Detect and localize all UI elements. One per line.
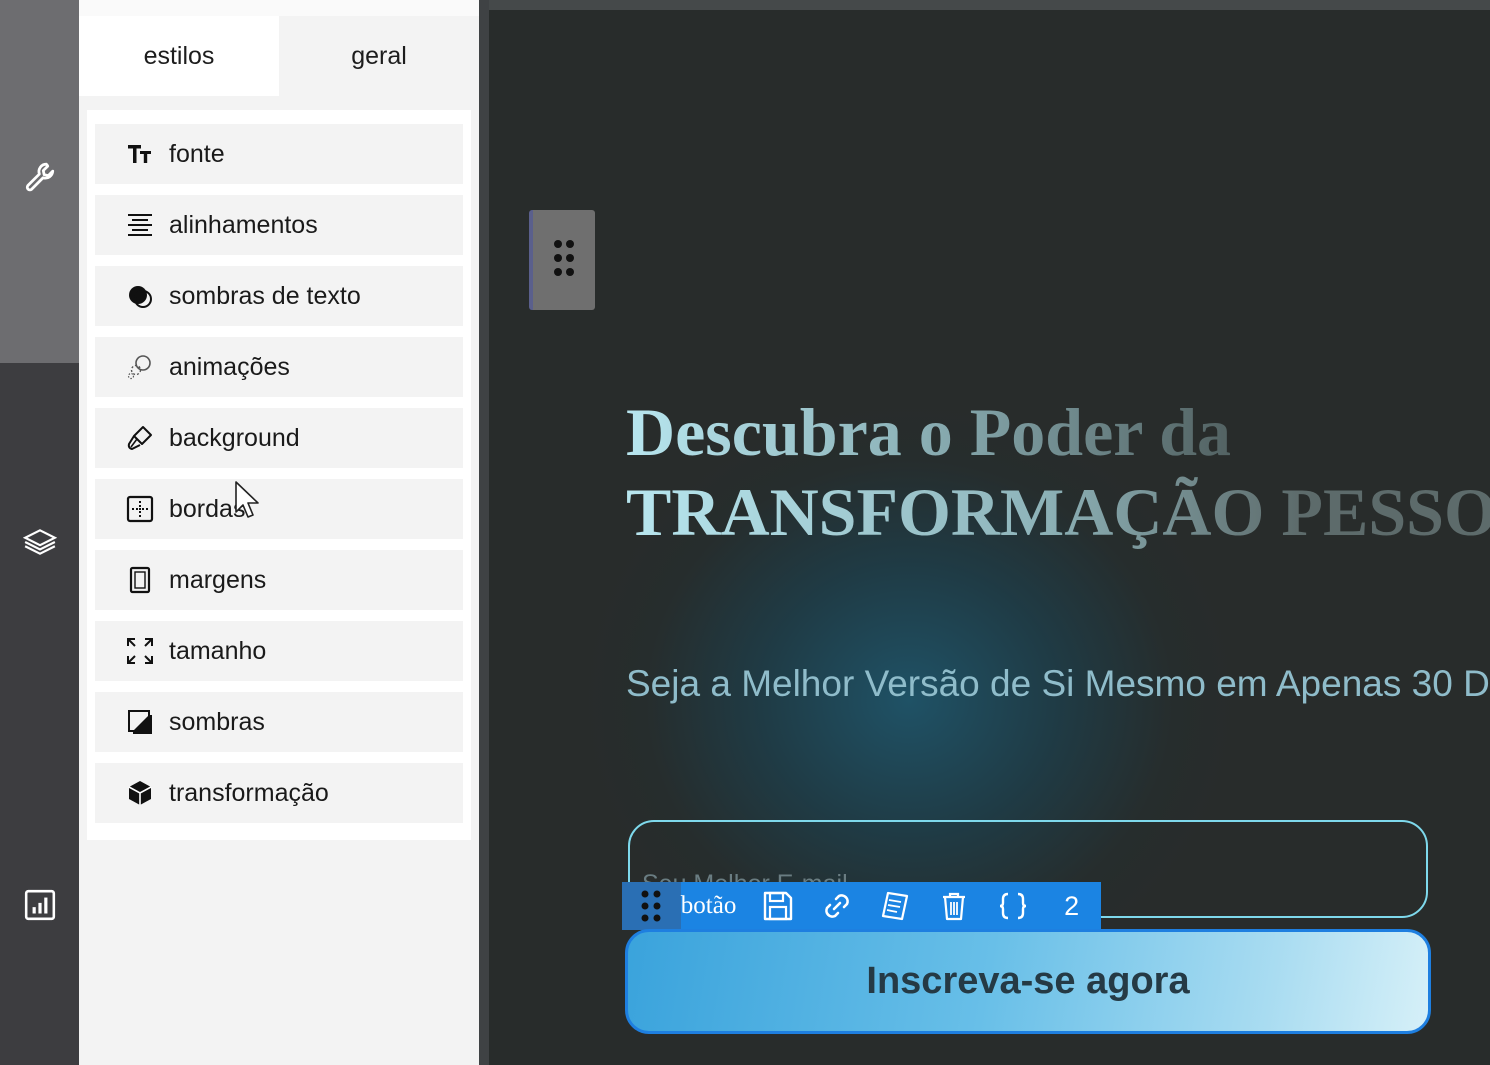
toolbar-level-count[interactable]: 2 <box>1042 891 1101 922</box>
delete-button[interactable] <box>925 882 984 930</box>
panel-top-strip <box>79 0 479 16</box>
canvas-top-bar <box>489 0 1490 10</box>
margin-icon <box>125 565 155 595</box>
option-label: animações <box>169 352 290 381</box>
drag-dots-icon <box>551 238 577 283</box>
panel-divider[interactable] <box>479 0 489 1065</box>
option-animacoes[interactable]: animações <box>95 337 463 397</box>
layers-icon <box>22 525 57 564</box>
style-options-list: fonte alinhamentos sombras de texto anim… <box>87 110 471 840</box>
rail-layers-button[interactable] <box>0 514 79 574</box>
save-icon <box>763 891 792 921</box>
text-shadow-icon <box>125 281 155 311</box>
link-button[interactable] <box>807 882 866 930</box>
form-settings-button[interactable] <box>866 882 925 930</box>
panel-tabs: estilos geral <box>79 16 479 96</box>
trash-icon <box>943 892 966 921</box>
option-bordas[interactable]: bordas <box>95 479 463 539</box>
font-size-icon <box>125 139 155 169</box>
option-label: alinhamentos <box>169 210 318 239</box>
headline-line-2: TRANSFORMAÇÃO PESSOAL <box>626 472 1490 552</box>
border-icon <box>125 494 155 524</box>
link-icon <box>824 894 849 918</box>
page-subheadline[interactable]: Seja a Melhor Versão de Si Mesmo em Apen… <box>626 663 1490 705</box>
style-panel: estilos geral fonte alinhamentos sombras… <box>79 0 479 1065</box>
option-label: fonte <box>169 139 225 168</box>
editor-canvas: Descubra o Poder da TRANSFORMAÇÃO PESSOA… <box>489 0 1490 1065</box>
headline-line-1: Descubra o Poder da <box>626 392 1490 472</box>
rail-styles-button[interactable] <box>0 150 79 210</box>
wrench-icon <box>23 161 57 200</box>
drag-dots-icon <box>641 890 661 922</box>
subscribe-button[interactable]: Inscreva-se agora <box>625 929 1431 1034</box>
align-center-icon <box>125 210 155 240</box>
resize-icon <box>125 636 155 666</box>
option-alinhamentos[interactable]: alinhamentos <box>95 195 463 255</box>
tool-rail <box>0 0 79 1065</box>
save-button[interactable] <box>748 882 807 930</box>
option-label: transformação <box>169 778 329 807</box>
animation-icon <box>125 352 155 382</box>
page-headline[interactable]: Descubra o Poder da TRANSFORMAÇÃO PESSOA… <box>626 392 1490 552</box>
option-label: background <box>169 423 300 452</box>
option-sombras[interactable]: sombras <box>95 692 463 752</box>
option-transformacao[interactable]: transformação <box>95 763 463 823</box>
chart-icon <box>23 888 57 927</box>
element-toolbar: botão 2 <box>622 882 1101 930</box>
option-tamanho[interactable]: tamanho <box>95 621 463 681</box>
paint-brush-icon <box>125 423 155 453</box>
option-label: sombras de texto <box>169 281 361 310</box>
form-icon <box>882 891 909 921</box>
option-label: margens <box>169 565 267 594</box>
toolbar-element-label: botão <box>680 892 737 919</box>
option-label: tamanho <box>169 636 267 665</box>
toolbar-drag-handle[interactable] <box>622 882 681 930</box>
cube-icon <box>125 778 155 808</box>
code-button[interactable] <box>983 882 1042 930</box>
mouse-cursor-icon <box>235 481 259 518</box>
rail-analytics-button[interactable] <box>0 877 79 937</box>
tab-estilos[interactable]: estilos <box>79 16 279 96</box>
option-sombras-de-texto[interactable]: sombras de texto <box>95 266 463 326</box>
option-fonte[interactable]: fonte <box>95 124 463 184</box>
option-label: sombras <box>169 707 265 736</box>
option-margens[interactable]: margens <box>95 550 463 610</box>
box-shadow-icon <box>125 707 155 737</box>
option-background[interactable]: background <box>95 408 463 468</box>
section-drag-handle[interactable] <box>529 210 595 310</box>
tab-geral[interactable]: geral <box>279 16 479 96</box>
code-braces-icon <box>999 892 1026 920</box>
